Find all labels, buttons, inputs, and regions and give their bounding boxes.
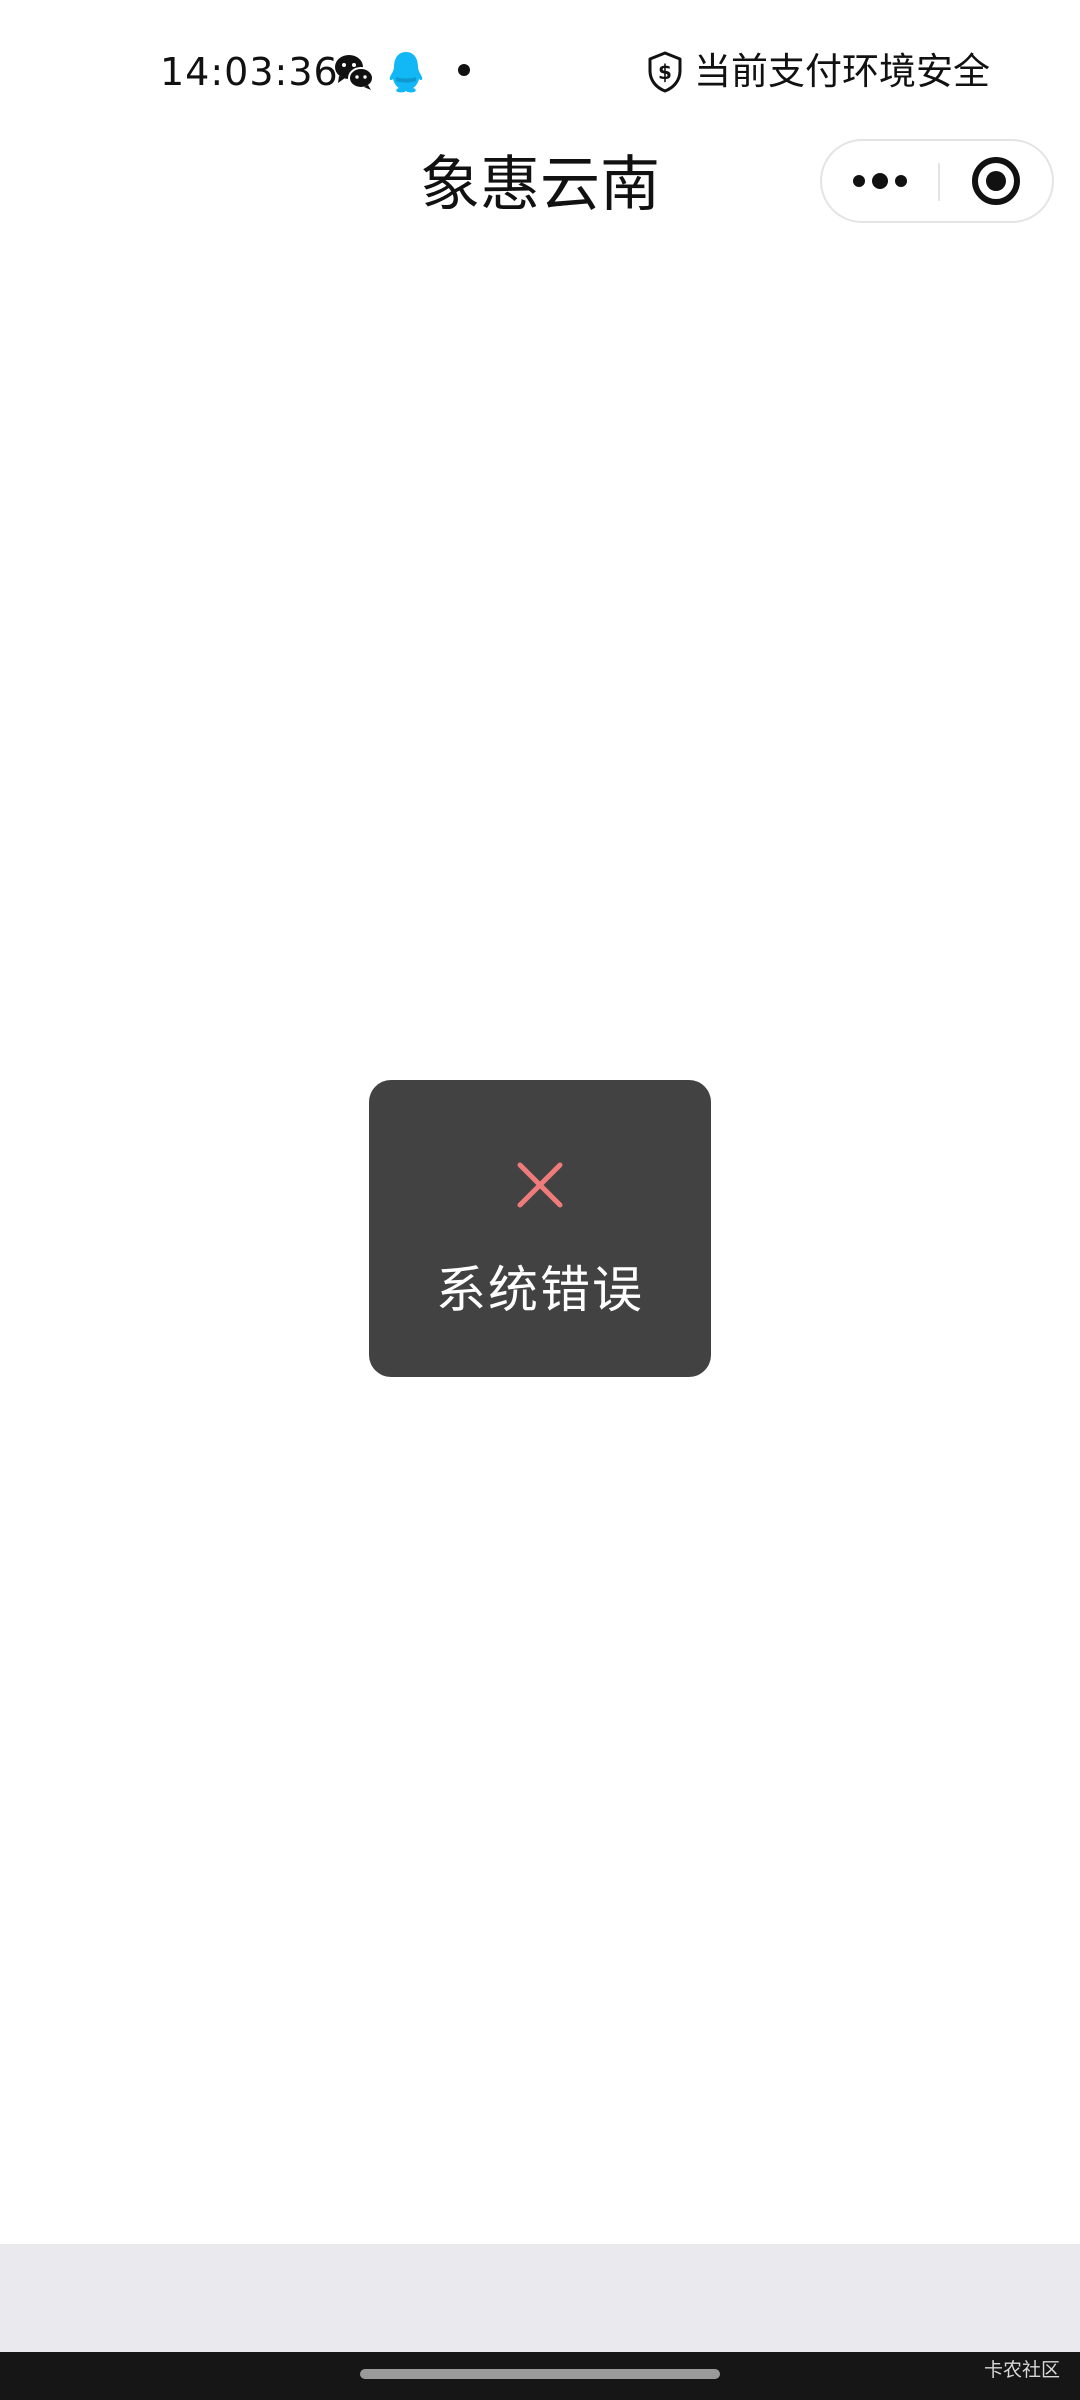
watermark-text: 卡农社区 bbox=[983, 2359, 1060, 2381]
target-circle-icon bbox=[972, 157, 1020, 205]
mini-program-capsule bbox=[820, 139, 1054, 223]
error-toast: 系统错误 bbox=[369, 1080, 711, 1377]
shield-dollar-icon: $ bbox=[648, 51, 682, 93]
toast-message: 系统错误 bbox=[436, 1261, 644, 1319]
svg-text:$: $ bbox=[658, 60, 672, 84]
bottom-safe-area bbox=[0, 2244, 1080, 2352]
security-text: 当前支付环境安全 bbox=[694, 50, 990, 93]
payment-security-indicator: $ 当前支付环境安全 bbox=[646, 45, 990, 99]
system-navigation-bar: 卡农社区 bbox=[0, 2352, 1080, 2400]
status-bar: 14:03:36 $ 当前支付环境安全 bbox=[0, 0, 1080, 140]
more-dots-icon bbox=[853, 173, 907, 189]
error-cross-icon bbox=[517, 1162, 563, 1208]
status-time: 14:03:36 bbox=[160, 50, 339, 94]
more-button[interactable] bbox=[822, 141, 938, 221]
close-mini-program-button[interactable] bbox=[940, 141, 1052, 221]
home-indicator[interactable] bbox=[360, 2369, 720, 2379]
wechat-icon bbox=[335, 55, 374, 90]
qq-icon bbox=[389, 52, 423, 93]
dot-icon bbox=[458, 64, 470, 76]
